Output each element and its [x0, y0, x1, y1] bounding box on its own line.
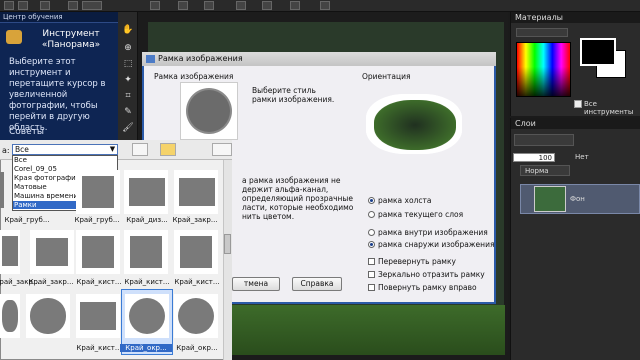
magic-wand-icon[interactable]: ✦: [121, 74, 135, 86]
layer-name: Фон: [570, 195, 585, 203]
frame-thumb-label: Край_диз...: [126, 216, 168, 224]
canvas-frame-radio[interactable]: [368, 197, 375, 204]
frame-thumb-label: Край_груб...: [4, 216, 50, 224]
tool-option-icon[interactable]: [320, 1, 330, 10]
flip-frame-label: Перевернуть рамку: [378, 257, 456, 266]
frame-thumb[interactable]: [174, 294, 218, 338]
frame-thumb[interactable]: [174, 170, 218, 214]
tool-option-icon[interactable]: [178, 1, 188, 10]
top-toolbar: [0, 0, 640, 12]
frame-section-label: Рамка изображения: [154, 72, 234, 81]
frame-outside-label: рамка снаружи изображения: [378, 240, 495, 249]
rotate-frame-checkbox[interactable]: [368, 284, 375, 291]
tools-strip: ✋ ⊕ ⬚ ✦ ⌗ ✎ 🖌: [118, 12, 138, 142]
graduation-hat-icon: [6, 30, 22, 44]
mirror-frame-label: Зеркально отразить рамку: [378, 270, 485, 279]
frame-thumb[interactable]: [76, 294, 120, 338]
eyedropper-icon[interactable]: ✎: [121, 106, 135, 118]
frame-thumb[interactable]: [76, 230, 120, 274]
blend-mode-select[interactable]: Норма: [520, 165, 570, 176]
dialog-title: Рамка изображения: [142, 52, 496, 66]
frame-thumb[interactable]: [124, 170, 168, 214]
tool-option-icon[interactable]: [68, 1, 78, 10]
layer-thumbnail: [534, 186, 566, 212]
learning-center-body: Выберите этот инструмент и перетащите ку…: [9, 57, 106, 133]
tool-option-icon[interactable]: [262, 1, 272, 10]
tool-option-icon[interactable]: [18, 1, 28, 10]
category-select[interactable]: Все: [12, 144, 118, 155]
brush-tool-icon[interactable]: 🖌: [121, 122, 135, 134]
frame-thumb-label: Край_окр...: [176, 344, 218, 352]
frame-inside-radio[interactable]: [368, 229, 375, 236]
frame-thumb[interactable]: [0, 294, 20, 338]
canvas-frame-label: рамка холста: [378, 196, 432, 205]
foreground-color-swatch[interactable]: [580, 38, 616, 66]
frame-thumb-label: Край_кист...: [124, 278, 170, 286]
tool-option-icon[interactable]: [236, 1, 246, 10]
zoom-field[interactable]: [82, 1, 102, 10]
materials-tabs[interactable]: [516, 28, 568, 37]
color-palette[interactable]: [516, 42, 571, 97]
tool-option-icon[interactable]: [4, 1, 14, 10]
frame-thumb[interactable]: [124, 230, 168, 274]
blend-none-label: Нет: [575, 153, 589, 161]
frame-thumb-label: Край_кист...: [76, 278, 122, 286]
frame-preview-shape: [188, 90, 230, 132]
mirror-frame-checkbox[interactable]: [368, 271, 375, 278]
alpha-info-text: а рамка изображения не держит альфа-кана…: [242, 176, 354, 221]
frame-thumb-label-selected: Край_окр...: [120, 344, 172, 352]
orientation-preview-image: [374, 100, 456, 150]
choose-style-text: Выберите стиль рамки изображения.: [252, 86, 335, 104]
category-label: а:: [2, 146, 10, 155]
layers-toolbar[interactable]: [514, 134, 574, 146]
frame-outside-radio[interactable]: [368, 241, 375, 248]
frame-thumb[interactable]: [30, 230, 74, 274]
frame-thumb[interactable]: [26, 294, 70, 338]
frame-thumb[interactable]: [76, 170, 120, 214]
rotate-frame-label: Повернуть рамку вправо: [378, 283, 477, 292]
opacity-field[interactable]: 100: [513, 153, 555, 162]
frame-thumb-label: Край_закр...: [28, 278, 74, 286]
frame-thumb-label: Край_кист...: [174, 278, 220, 286]
tool-option-icon[interactable]: [150, 1, 160, 10]
frame-thumb-partial[interactable]: [0, 172, 4, 208]
view-mode-icon[interactable]: [212, 143, 232, 156]
scrollbar-thumb[interactable]: [224, 234, 231, 254]
frame-thumb[interactable]: [174, 230, 218, 274]
learning-center-title: Инструмент «Панорама»: [41, 29, 101, 50]
zoom-tool-icon[interactable]: ⊕: [121, 42, 135, 54]
frame-browser-scrollbar[interactable]: [223, 160, 232, 360]
frame-thumb-label: Край_закр...: [172, 216, 218, 224]
all-tools-checkbox[interactable]: [574, 100, 582, 108]
cancel-button[interactable]: тмена: [232, 277, 280, 291]
pan-tool-icon[interactable]: ✋: [121, 24, 135, 36]
current-layer-frame-radio[interactable]: [368, 211, 375, 218]
frame-thumb-label: Край_груб...: [74, 216, 120, 224]
dropdown-option[interactable]: Все: [13, 156, 117, 164]
frame-thumb-label: Край_кист...: [76, 344, 122, 352]
tool-option-icon[interactable]: [204, 1, 214, 10]
orientation-section-label: Ориентация: [362, 72, 411, 81]
all-tools-label: Все инструменты: [584, 100, 634, 116]
chevron-down-icon[interactable]: ▼: [108, 145, 117, 154]
frame-options-icon[interactable]: [132, 143, 148, 156]
learning-center-tips[interactable]: Советы: [9, 127, 44, 137]
flip-frame-checkbox[interactable]: [368, 258, 375, 265]
frame-thumb[interactable]: [0, 230, 20, 274]
crop-tool-icon[interactable]: ⌗: [121, 90, 135, 102]
tool-option-icon[interactable]: [40, 1, 50, 10]
learning-center-header: Центр обучения: [0, 12, 118, 23]
frame-inside-label: рамка внутри изображения: [378, 228, 488, 237]
materials-header: Материалы: [511, 12, 640, 23]
tool-option-icon[interactable]: [290, 1, 300, 10]
help-button[interactable]: Справка: [292, 277, 342, 291]
folder-icon[interactable]: [160, 143, 176, 156]
layers-header: Слои: [511, 118, 640, 129]
dialog-app-icon: [146, 55, 155, 63]
frame-thumb[interactable]: [125, 294, 169, 338]
photo-grass: [220, 305, 505, 355]
current-layer-frame-label: рамка текущего слоя: [378, 210, 464, 219]
selection-tool-icon[interactable]: ⬚: [121, 58, 135, 70]
